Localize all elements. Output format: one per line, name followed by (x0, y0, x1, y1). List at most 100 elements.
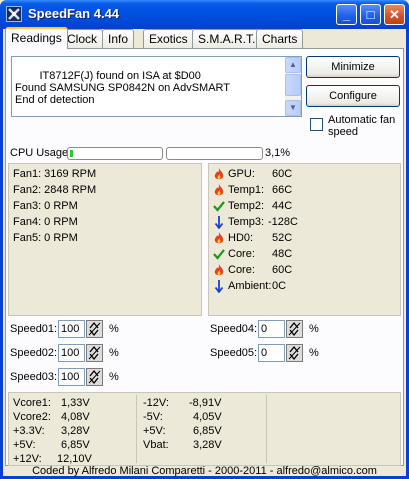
window-maximize-button[interactable]: □ (360, 4, 381, 25)
temp-value: 60C (272, 168, 293, 180)
credits-footer: Coded by Alfredo Milani Comparetti - 200… (32, 465, 377, 477)
temp-name: HD0: (228, 232, 254, 244)
cpu-usage-bar-1 (67, 147, 163, 160)
voltage-value: 3,28V (61, 425, 90, 437)
tab-exotics[interactable]: Exotics (143, 29, 194, 48)
check-icon (213, 248, 225, 263)
speed02-unit: % (109, 347, 119, 359)
speed05-label: Speed05: (210, 347, 258, 359)
window-title: SpeedFan 4.44 (28, 6, 120, 21)
check-icon (213, 200, 225, 215)
cpu-usage-bar-2 (166, 147, 263, 160)
voltage-value: -8,91V (189, 397, 222, 409)
flame-icon (213, 232, 225, 248)
voltages-box: Vcore1: 1,33V Vcore2: 4,08V +3.3V: 3,28V… (8, 392, 401, 466)
cpu-usage-label: CPU Usage (10, 147, 69, 159)
voltage-value: 4,08V (61, 411, 90, 423)
tab-readings[interactable]: Readings (5, 27, 68, 49)
temp-name: Ambient: (228, 280, 272, 292)
speed03-label: Speed03: (10, 371, 58, 383)
voltage-name: -12V: (143, 397, 169, 409)
speed04-input[interactable]: 0 (258, 320, 285, 338)
voltage-value: 3,28V (193, 439, 222, 451)
tab-charts[interactable]: Charts (256, 29, 304, 48)
voltage-name: +12V: (13, 453, 42, 465)
detection-log-text: IT8712F(J) found on ISA at $D00 Found SA… (15, 70, 231, 106)
voltage-column-divider (136, 395, 137, 463)
temp-value: -128C (268, 216, 298, 228)
client-area: Readings Clock Info Exotics S.M.A.R.T. C… (3, 27, 406, 477)
flame-icon (213, 264, 225, 280)
voltage-name: Vcore1: (13, 397, 51, 409)
fan-reading: Fan4: 0 RPM (13, 216, 78, 228)
temp-name: Temp2: (228, 200, 265, 212)
speed02-input[interactable]: 100 (58, 344, 85, 362)
speed03-input[interactable]: 100 (58, 368, 85, 386)
temp-value: 0C (272, 280, 287, 292)
minimize-button[interactable]: Minimize (306, 56, 400, 78)
temp-value: 66C (272, 184, 293, 196)
temps-box: GPU: 60C Temp1: 66C Temp2: 44C Temp3: -128C HD0:… (208, 163, 401, 316)
window-close-button[interactable]: ✕ (384, 4, 405, 25)
fan-reading: Fan1: 3169 RPM (13, 168, 97, 180)
speed01-input[interactable]: 100 (58, 320, 85, 338)
voltage-value: 4,05V (193, 411, 222, 423)
voltage-value: 1,33V (61, 397, 90, 409)
voltage-name: -5V: (143, 411, 163, 423)
voltage-name: Vcore2: (13, 411, 51, 423)
speed04-unit: % (309, 323, 319, 335)
voltage-value: 6,85V (61, 439, 90, 451)
voltage-value: 6,85V (193, 425, 222, 437)
cpu-usage-fill-1 (70, 150, 73, 157)
voltage-name: +5V: (143, 425, 166, 437)
voltage-name: +5V: (13, 439, 36, 451)
auto-fan-speed-label: Automatic fan speed (328, 114, 396, 138)
speed04-spin-button[interactable] (286, 320, 303, 338)
temp-name: Temp1: (228, 184, 265, 196)
scroll-thumb[interactable] (285, 74, 301, 96)
voltage-value: 12,10V (57, 453, 92, 465)
flame-icon (213, 168, 225, 184)
speed01-label: Speed01: (10, 323, 58, 335)
temp-name: Temp3: (228, 216, 265, 228)
detection-log[interactable]: IT8712F(J) found on ISA at $D00 Found SA… (11, 56, 302, 117)
voltage-column-divider (266, 395, 267, 463)
log-scrollbar[interactable]: ▲ ▼ (285, 57, 301, 116)
fan-reading: Fan2: 2848 RPM (13, 184, 97, 196)
readings-panel: IT8712F(J) found on ISA at $D00 Found SA… (5, 48, 404, 466)
cpu-usage-percent: 3,1% (265, 147, 291, 159)
temp-value: 48C (272, 248, 293, 260)
speed03-unit: % (109, 371, 119, 383)
down-arrow-icon (213, 280, 225, 296)
voltage-name: +3.3V: (13, 425, 45, 437)
temp-value: 52C (272, 232, 293, 244)
speed05-unit: % (309, 347, 319, 359)
temp-name: GPU: (228, 168, 255, 180)
temp-name: Core: (228, 248, 255, 260)
speed02-label: Speed02: (10, 347, 58, 359)
speedfan-window: SpeedFan 4.44 _ □ ✕ Readings Clock Info … (0, 0, 409, 479)
speed03-spin-button[interactable] (86, 368, 103, 386)
title-bar[interactable]: SpeedFan 4.44 _ □ ✕ (0, 0, 409, 29)
temp-value: 44C (272, 200, 293, 212)
down-arrow-icon (213, 216, 225, 232)
speed02-spin-button[interactable] (86, 344, 103, 362)
tab-info[interactable]: Info (102, 29, 135, 48)
fan-reading: Fan3: 0 RPM (13, 200, 78, 212)
speed04-label: Speed04: (210, 323, 258, 335)
voltage-name: Vbat: (143, 439, 169, 451)
fan-reading: Fan5: 0 RPM (13, 232, 78, 244)
configure-button[interactable]: Configure (306, 85, 400, 107)
scroll-up-icon[interactable]: ▲ (285, 57, 301, 73)
speed01-unit: % (109, 323, 119, 335)
auto-fan-speed-checkbox[interactable] (310, 118, 323, 131)
app-icon (6, 6, 22, 22)
speed05-input[interactable]: 0 (258, 344, 285, 362)
speed01-spin-button[interactable] (86, 320, 103, 338)
speed05-spin-button[interactable] (286, 344, 303, 362)
fans-box: Fan1: 3169 RPM Fan2: 2848 RPM Fan3: 0 RP… (8, 163, 202, 316)
tab-smart[interactable]: S.M.A.R.T. (192, 29, 262, 48)
window-minimize-button[interactable]: _ (336, 4, 357, 25)
scroll-down-icon[interactable]: ▼ (285, 100, 301, 116)
temp-name: Core: (228, 264, 255, 276)
